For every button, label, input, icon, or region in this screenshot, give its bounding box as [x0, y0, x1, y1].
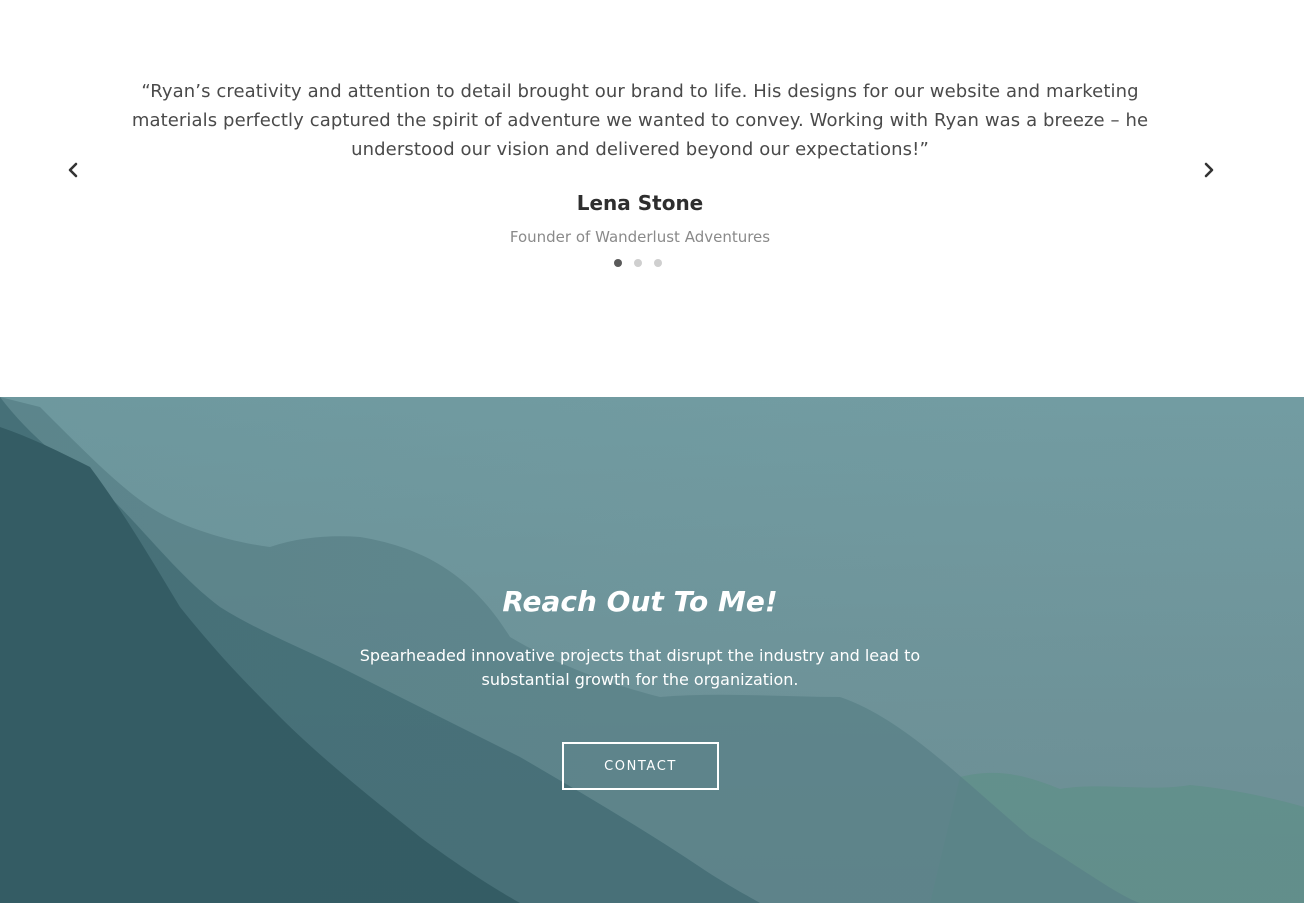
page: “Ryan’s creativity and attention to deta…: [0, 0, 1304, 903]
carousel-dot-1[interactable]: [614, 259, 622, 267]
carousel-prev-button[interactable]: [63, 160, 83, 180]
testimonial-carousel: “Ryan’s creativity and attention to deta…: [0, 0, 1304, 397]
chevron-left-icon: [68, 162, 78, 178]
testimonial-author-name: Lena Stone: [576, 191, 704, 215]
contact-button[interactable]: CONTACT: [562, 742, 719, 790]
chevron-right-icon: [1204, 162, 1214, 178]
testimonial-quote: “Ryan’s creativity and attention to deta…: [131, 81, 1149, 160]
testimonial-author-title: Founder of Wanderlust Adventures: [509, 228, 771, 246]
carousel-dots: [614, 259, 662, 267]
cta-description: Spearheaded innovative projects that dis…: [359, 646, 921, 689]
cta-title: Reach Out To Me!: [502, 585, 778, 618]
carousel-dot-3[interactable]: [654, 259, 662, 267]
contact-cta-section: Reach Out To Me! Spearheaded innovative …: [0, 397, 1304, 903]
carousel-dot-2[interactable]: [634, 259, 642, 267]
carousel-next-button[interactable]: [1199, 160, 1219, 180]
